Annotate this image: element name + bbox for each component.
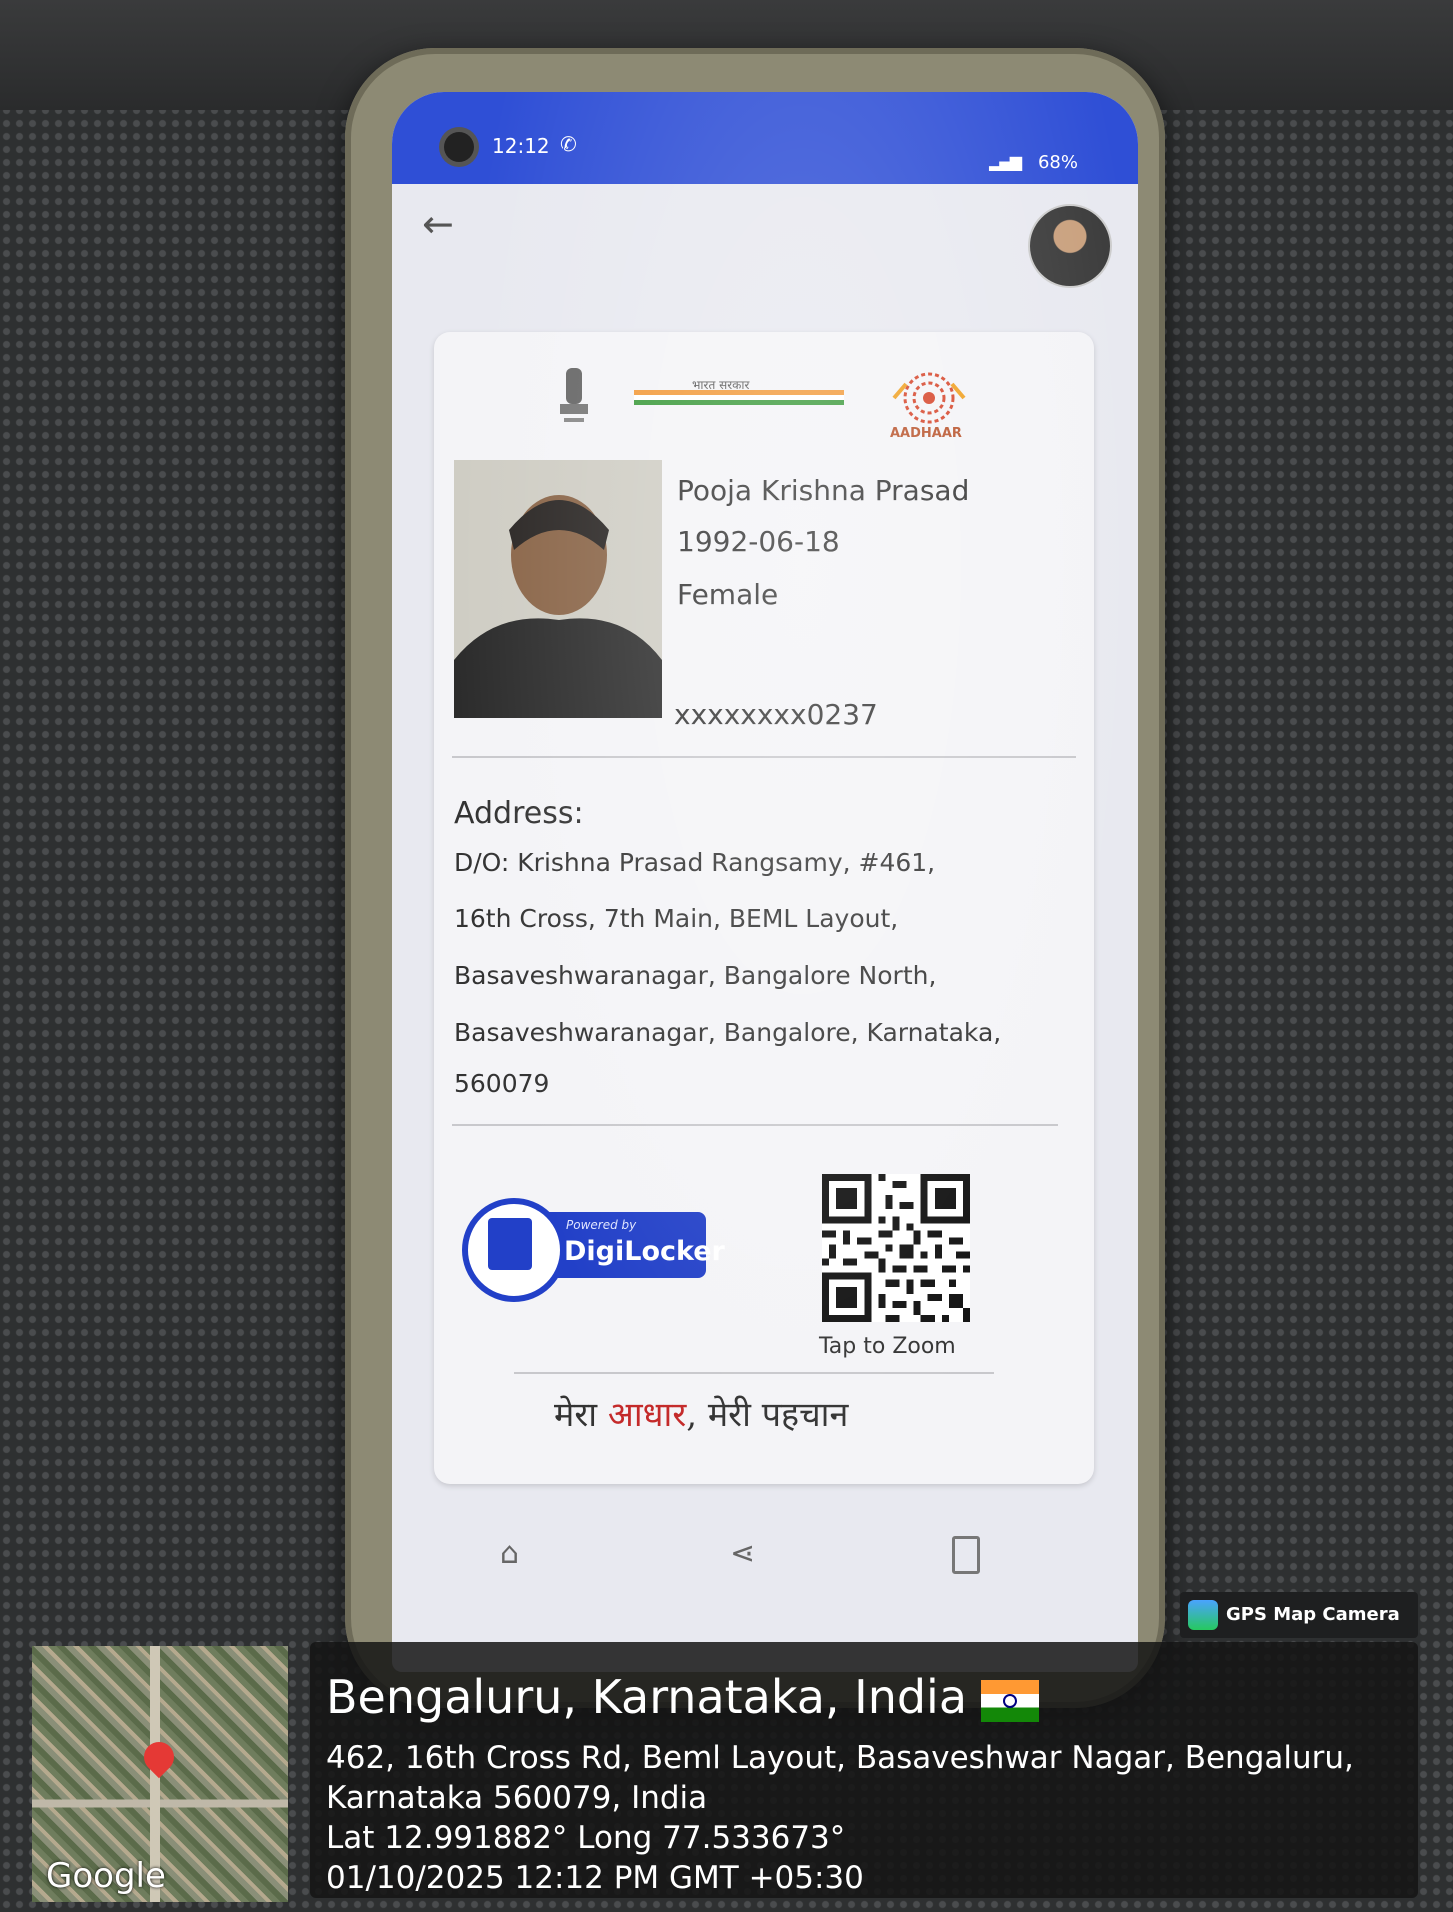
- signal-icon: ▂▄▆: [989, 152, 1022, 171]
- gps-app-label: GPS Map Camera: [1226, 1604, 1400, 1625]
- phone-screen: 12:12 ✆ ▂▄▆ 68% ← भारत सरकार AADHAAR Poo…: [392, 92, 1138, 1672]
- qr-code[interactable]: [822, 1174, 970, 1322]
- state-emblem-icon: [560, 368, 588, 422]
- gps-city: Bengaluru, Karnataka, India: [326, 1670, 1040, 1724]
- profile-avatar[interactable]: [1028, 204, 1112, 288]
- address-line: Basaveshwaranagar, Bangalore, Karnataka,: [454, 1018, 1002, 1047]
- front-camera-icon: [444, 132, 474, 162]
- menu-icon[interactable]: [952, 1536, 980, 1574]
- goi-label: भारत सरकार: [692, 378, 750, 392]
- digilocker-label: DigiLocker: [564, 1236, 725, 1267]
- gps-info-panel: Bengaluru, Karnataka, India 462, 16th Cr…: [310, 1642, 1418, 1898]
- gps-coordinates: Lat 12.991882° Long 77.533673°: [326, 1820, 846, 1856]
- map-pin-icon: [137, 1735, 181, 1779]
- address-line: 560079: [454, 1069, 550, 1098]
- map-thumbnail: Google: [32, 1646, 288, 1902]
- holder-photo: [454, 460, 662, 718]
- gps-address-line: 462, 16th Cross Rd, Beml Layout, Basaves…: [326, 1740, 1354, 1776]
- address-line: 16th Cross, 7th Main, BEML Layout,: [454, 904, 899, 933]
- battery-level: 68%: [1037, 152, 1078, 173]
- tagline-part: मेरा: [554, 1395, 608, 1435]
- status-bar: 12:12 ✆ ▂▄▆ 68%: [392, 92, 1138, 184]
- share-icon[interactable]: ⋖: [730, 1536, 755, 1571]
- holder-gender: Female: [677, 578, 779, 611]
- address-line: Basaveshwaranagar, Bangalore North,: [454, 961, 937, 990]
- gps-city-text: Bengaluru, Karnataka, India: [326, 1670, 968, 1724]
- gps-map-camera-tag: GPS Map Camera: [1180, 1592, 1418, 1638]
- holder-dob: 1992-06-18: [677, 525, 840, 558]
- google-logo: Google: [46, 1856, 166, 1896]
- address-title: Address:: [454, 796, 584, 831]
- divider: [452, 756, 1076, 758]
- gps-address-line: Karnataka 560079, India: [326, 1780, 708, 1816]
- aadhaar-number: xxxxxxxx0237: [674, 698, 878, 731]
- aadhaar-tagline: मेरा आधार, मेरी पहचान: [554, 1390, 848, 1436]
- address-line: D/O: Krishna Prasad Rangsamy, #461,: [454, 848, 936, 877]
- digilocker-document-icon: [488, 1218, 532, 1270]
- digilocker-badge: Powered by DigiLocker: [462, 1198, 725, 1302]
- gps-app-icon: [1188, 1600, 1218, 1630]
- divider: [452, 1124, 1058, 1126]
- bottom-navigation: ⌂ ⋖: [392, 1512, 1138, 1612]
- tagline-highlight: आधार: [607, 1395, 687, 1435]
- divider: [514, 1372, 994, 1374]
- aadhaar-card: भारत सरकार AADHAAR Pooja Krishna Prasad …: [434, 332, 1094, 1484]
- status-time: 12:12: [492, 134, 550, 158]
- notification-icon: ✆: [560, 132, 577, 156]
- back-arrow-icon[interactable]: ←: [422, 202, 454, 246]
- aadhaar-logo-text: AADHAAR: [890, 426, 962, 441]
- tagline-part: , मेरी पहचान: [686, 1395, 849, 1435]
- aadhaar-logo-icon: [892, 372, 966, 424]
- india-flag-icon: [981, 1679, 1040, 1722]
- gps-datetime: 01/10/2025 12:12 PM GMT +05:30: [326, 1860, 864, 1896]
- home-icon[interactable]: ⌂: [500, 1536, 519, 1571]
- holder-name: Pooja Krishna Prasad: [677, 474, 970, 507]
- qr-caption[interactable]: Tap to Zoom: [819, 1334, 956, 1359]
- digilocker-powered-by: Powered by: [566, 1218, 637, 1232]
